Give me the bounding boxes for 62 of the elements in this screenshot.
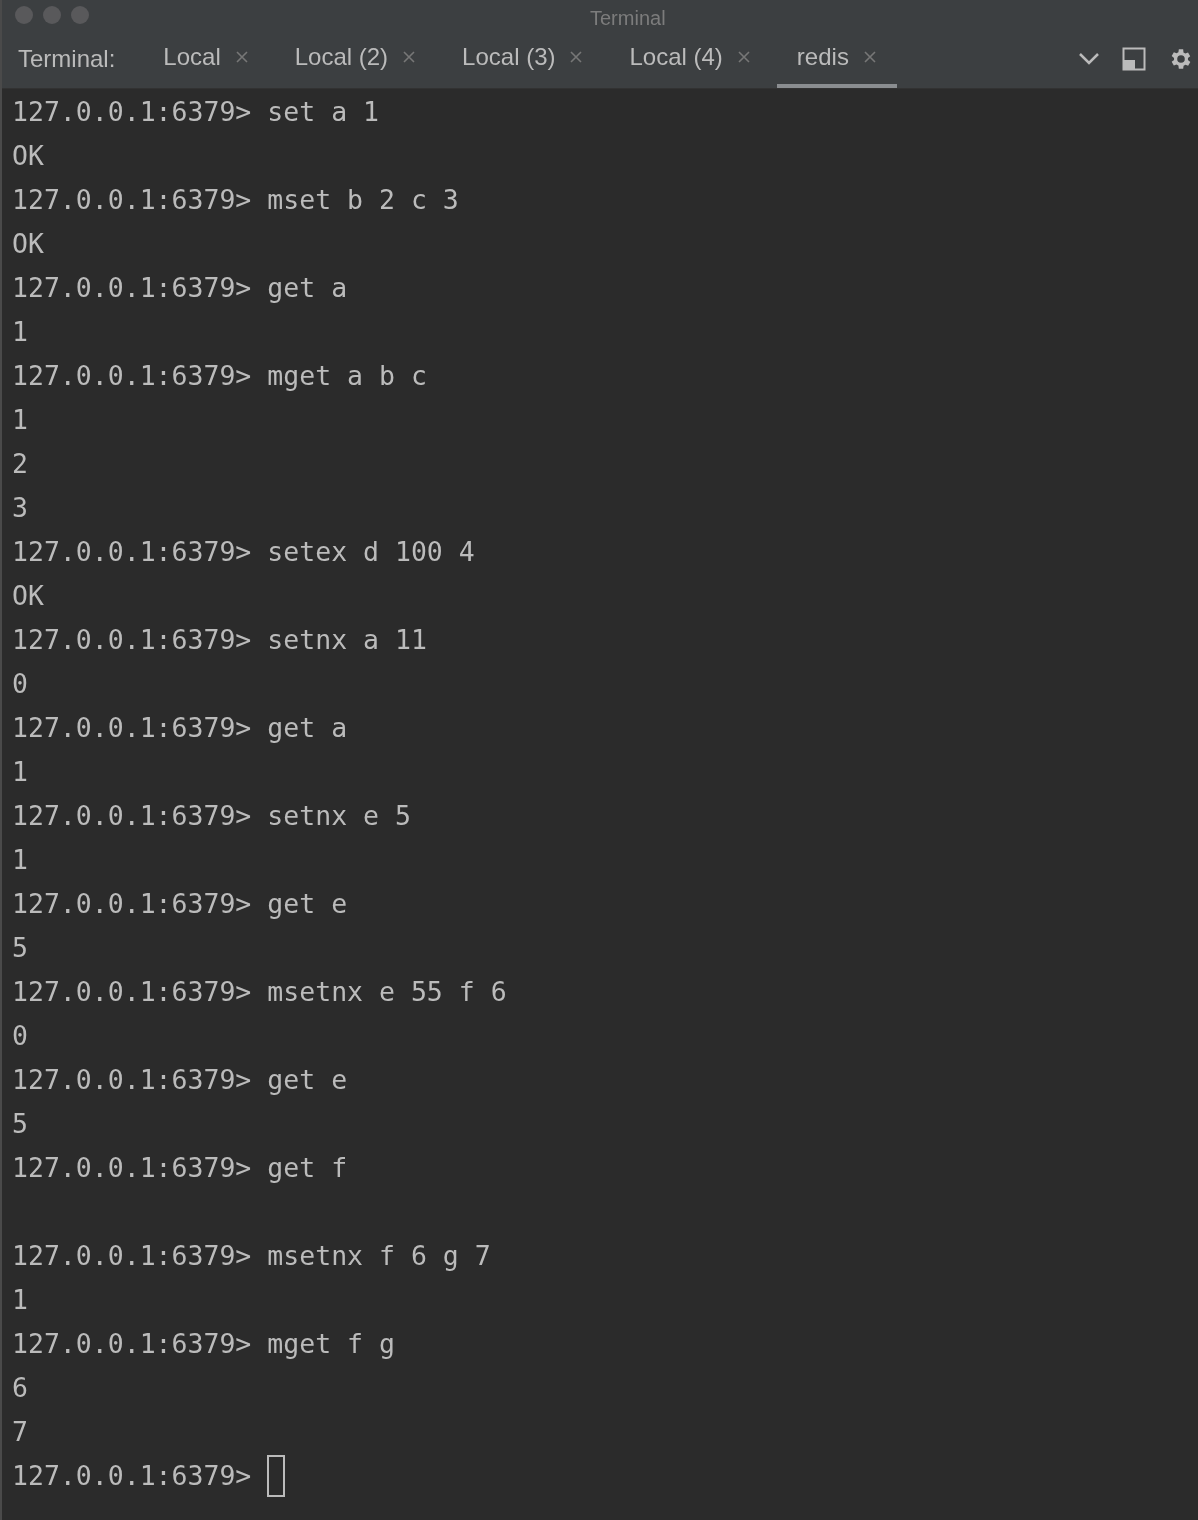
terminal-output: 5 [12, 932, 28, 963]
terminal-command: mget f g [267, 1327, 395, 1361]
terminal-command: get a [267, 271, 348, 305]
terminal-output: 2 [12, 448, 28, 479]
terminal-output: 6 [12, 1372, 28, 1403]
terminal-output: 7 [12, 1416, 28, 1447]
terminal-prompt: 127.0.0.1:6379> [12, 1151, 252, 1185]
close-icon[interactable] [862, 49, 877, 64]
close-icon[interactable] [736, 49, 751, 64]
terminal-prompt: 127.0.0.1:6379> [12, 887, 252, 921]
terminal-command: set a 1 [267, 95, 379, 129]
chevron-down-icon[interactable] [1078, 51, 1100, 66]
terminal-output: 1 [12, 316, 28, 347]
terminal-prompt: 127.0.0.1:6379> [12, 975, 252, 1009]
terminal-command: setnx e 5 [267, 799, 411, 833]
terminal-output: 5 [12, 1108, 28, 1139]
panel-layout-icon[interactable] [1122, 46, 1146, 71]
terminal-tab[interactable]: Local [143, 29, 269, 88]
terminal-output: 0 [12, 668, 28, 699]
close-icon[interactable] [569, 49, 584, 64]
terminal-output: OK [12, 580, 44, 611]
terminal-command: setnx a 11 [267, 623, 427, 657]
terminal-command: get a [267, 711, 348, 745]
terminal-prompt: 127.0.0.1:6379> [12, 95, 252, 129]
terminal-tab[interactable]: redis [776, 29, 897, 88]
terminal-output: OK [12, 228, 44, 259]
terminal-command: msetnx f 6 g 7 [267, 1239, 491, 1273]
terminal-tab[interactable]: Local (3) [442, 29, 604, 88]
terminal-prompt: 127.0.0.1:6379> [12, 535, 252, 569]
terminal-command: get f [267, 1151, 348, 1185]
terminal-prompt: 127.0.0.1:6379> [12, 359, 252, 393]
terminal-output: 1 [12, 404, 28, 435]
terminal-command: mset b 2 c 3 [267, 183, 459, 217]
terminal-tab[interactable]: Local (4) [609, 29, 771, 88]
terminal-command: mget a b c [267, 359, 427, 393]
terminal-prompt: 127.0.0.1:6379> [12, 1327, 252, 1361]
window-title: Terminal [590, 6, 666, 31]
tool-window-label: Terminal: [17, 43, 117, 74]
close-icon[interactable] [234, 49, 249, 64]
terminal-command: msetnx e 55 f 6 [267, 975, 507, 1009]
terminal-output: 0 [12, 1020, 28, 1051]
terminal-output: OK [12, 140, 44, 171]
terminal-prompt: 127.0.0.1:6379> [12, 799, 252, 833]
terminal-prompt: 127.0.0.1:6379> [12, 1459, 252, 1493]
terminal-tab[interactable]: Local (2) [274, 29, 437, 88]
terminal-prompt: 127.0.0.1:6379> [12, 1063, 252, 1097]
minimize-window-icon[interactable] [43, 5, 61, 24]
terminal-prompt: 127.0.0.1:6379> [12, 1239, 252, 1273]
zoom-window-icon[interactable] [71, 5, 89, 24]
terminal-prompt: 127.0.0.1:6379> [12, 623, 252, 657]
terminal-prompt: 127.0.0.1:6379> [12, 271, 252, 305]
terminal-output: 1 [12, 1284, 28, 1315]
close-window-icon[interactable] [15, 5, 33, 24]
terminal-prompt: 127.0.0.1:6379> [12, 183, 252, 217]
terminal-prompt: 127.0.0.1:6379> [12, 711, 252, 745]
close-icon[interactable] [402, 49, 417, 64]
terminal-output: 3 [12, 492, 28, 523]
terminal-command: get e [267, 1063, 348, 1097]
terminal-output: 1 [12, 844, 28, 875]
terminal-output: 1 [12, 756, 28, 787]
terminal-command: setex d 100 4 [267, 535, 475, 569]
terminal-command: get e [267, 887, 348, 921]
